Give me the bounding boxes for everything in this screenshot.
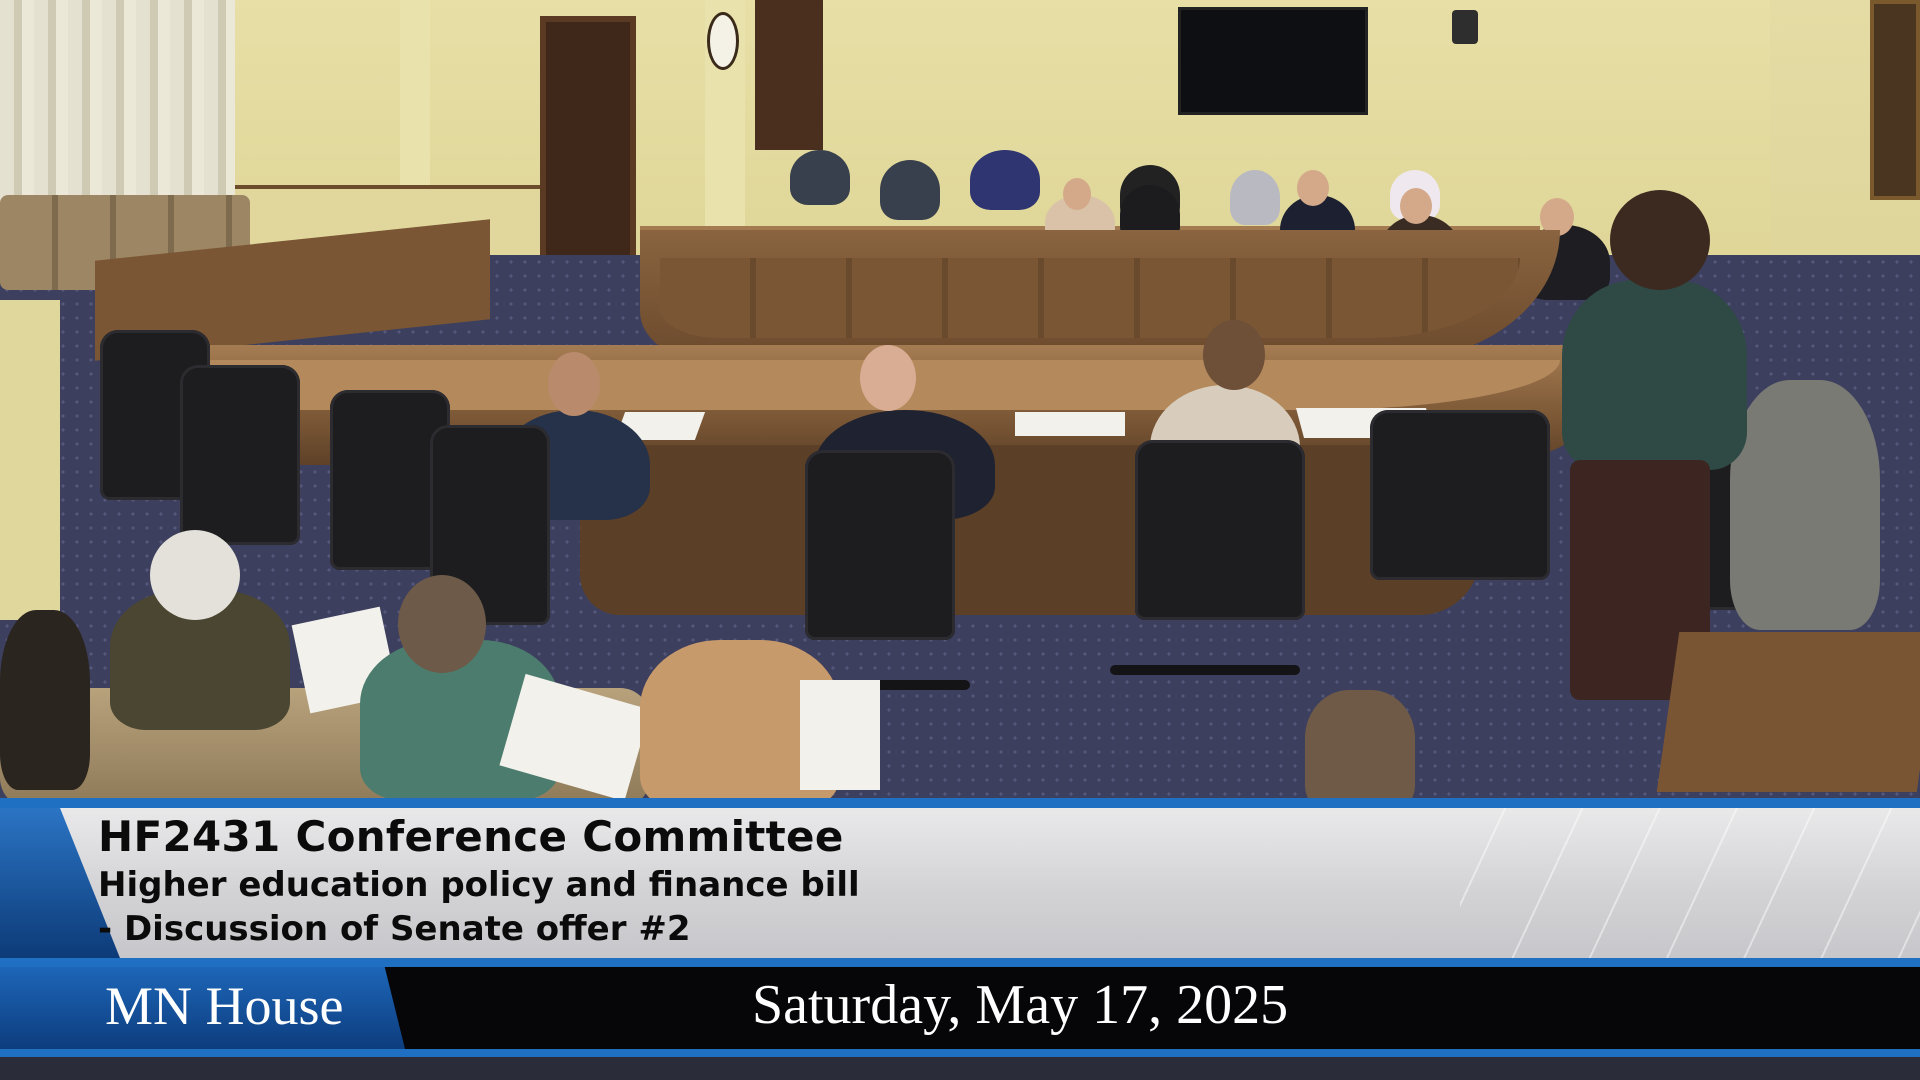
lower-third-bottom-rule: [0, 1049, 1920, 1057]
audience-member: [0, 610, 90, 790]
member-head: [1063, 178, 1091, 210]
lower-third-subtitle-1: Higher education policy and finance bill: [98, 865, 860, 905]
channel-name: MN House: [105, 976, 344, 1036]
testifier-head: [1203, 320, 1265, 390]
member-head: [1297, 170, 1329, 206]
table-base: [580, 445, 1480, 615]
dais-panels: [660, 258, 1520, 338]
wall-speaker: [1452, 10, 1478, 44]
staff-member: [1230, 170, 1280, 225]
chair-base: [1110, 665, 1300, 675]
standing-person: [1562, 280, 1747, 470]
document: [1015, 412, 1125, 436]
lower-third-top-rule: [0, 798, 1920, 808]
handout: [800, 680, 880, 790]
testifier-head: [548, 352, 600, 416]
wall-television: [1178, 7, 1368, 115]
staff-member: [790, 150, 850, 205]
lower-third-streaks: [1460, 808, 1920, 958]
scene-below-graphic: [0, 1057, 1920, 1080]
lower-third-title: HF2431 Conference Committee: [98, 812, 844, 861]
audience-member-head: [150, 530, 240, 620]
broadcast-date: Saturday, May 17, 2025: [752, 974, 1289, 1036]
video-frame: HF2431 Conference Committee Higher educa…: [0, 0, 1920, 1080]
wooden-door: [540, 16, 636, 261]
office-chair: [805, 450, 955, 640]
office-chair: [180, 365, 300, 545]
wall-painting: [1870, 0, 1920, 200]
lower-third-mid-rule: [0, 958, 1920, 967]
standing-person-head: [1610, 190, 1710, 290]
jacket-on-chair: [1730, 380, 1880, 630]
lower-third-subtitle-2: - Discussion of Senate offer #2: [98, 909, 691, 949]
office-chair: [1370, 410, 1550, 580]
member-head: [1400, 188, 1432, 224]
staff-member: [880, 160, 940, 220]
wall-clock: [707, 12, 739, 70]
left-wall: [0, 300, 60, 620]
office-chair: [1135, 440, 1305, 620]
back-doorway: [755, 0, 823, 150]
audience-member-head: [398, 575, 486, 673]
staff-member: [970, 150, 1040, 210]
audience-member: [1305, 690, 1415, 810]
testifier-head: [860, 345, 916, 411]
side-table: [1656, 632, 1920, 792]
